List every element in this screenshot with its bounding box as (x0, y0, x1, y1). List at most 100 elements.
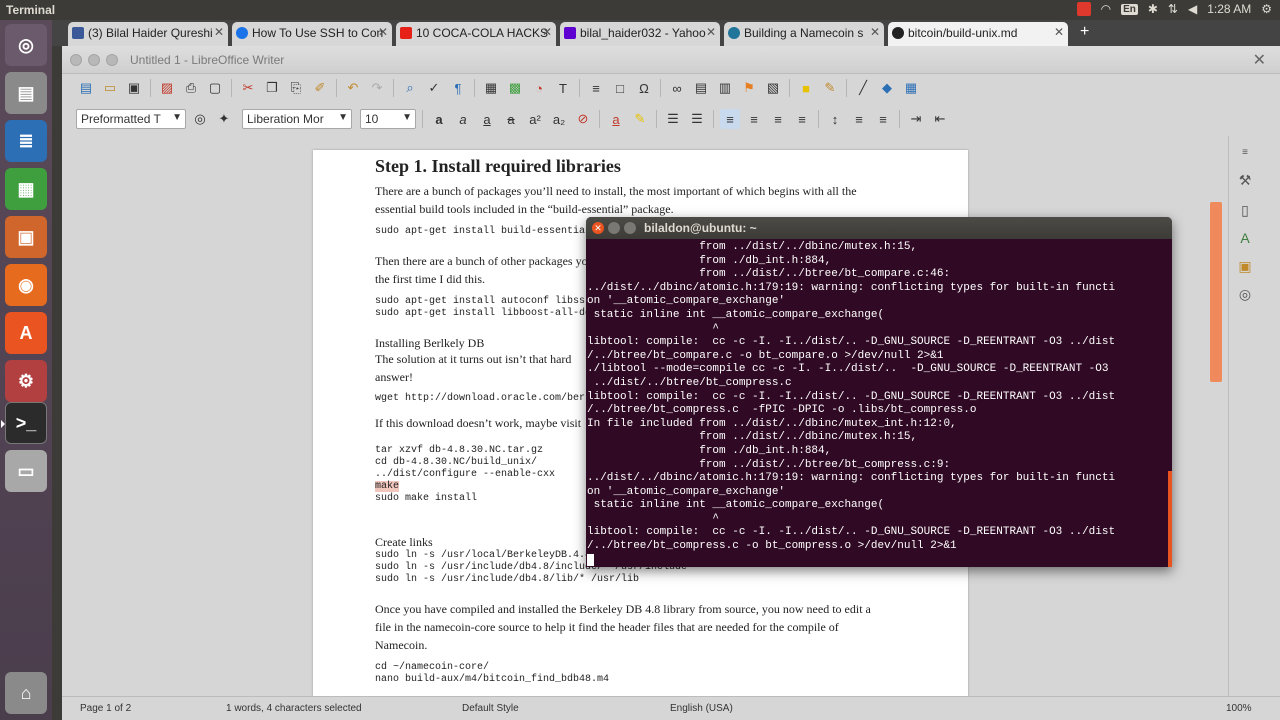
spelling-icon[interactable]: ✓ (424, 78, 444, 98)
font-color-icon[interactable]: a (606, 109, 626, 129)
navigator-icon[interactable]: ◎ (1235, 284, 1255, 304)
update-indicator-icon[interactable] (1076, 2, 1091, 16)
maximize-icon[interactable] (624, 222, 636, 234)
clear-formatting-icon[interactable]: ⊘ (573, 109, 593, 129)
save-icon[interactable]: ▣ (124, 78, 144, 98)
terminal-icon[interactable]: >_ (1, 402, 47, 444)
language-status[interactable]: English (USA) (670, 703, 733, 714)
strikethrough-icon[interactable]: a (501, 109, 521, 129)
files-icon[interactable]: ▤ (5, 72, 47, 114)
align-right-icon[interactable]: ≡ (768, 109, 788, 129)
copy-icon[interactable]: ❐ (262, 78, 282, 98)
close-icon[interactable]: ✕ (214, 25, 224, 39)
impress-icon[interactable]: ▣ (5, 216, 47, 258)
insert-chart-icon[interactable]: ◔ (529, 78, 549, 98)
new-tab-button[interactable]: + (1080, 23, 1089, 41)
page-icon[interactable]: ▯ (1235, 200, 1255, 220)
endnote-icon[interactable]: ▥ (715, 78, 735, 98)
writer-icon[interactable]: ≣ (5, 120, 47, 162)
find-replace-icon[interactable]: ⌕ (400, 78, 420, 98)
window-maximize-button[interactable] (106, 54, 118, 66)
network-icon[interactable]: ⇅ (1168, 2, 1178, 16)
align-left-icon[interactable]: ≡ (720, 109, 740, 129)
cut-icon[interactable]: ✂ (238, 78, 258, 98)
new-document-icon[interactable]: ▤ (76, 78, 96, 98)
open-icon[interactable]: ▭ (100, 78, 120, 98)
comment-icon[interactable]: ■ (796, 78, 816, 98)
clone-formatting-icon[interactable]: ✐ (310, 78, 330, 98)
decrease-indent-icon[interactable]: ⇤ (930, 109, 950, 129)
special-character-icon[interactable]: Ω (634, 78, 654, 98)
volume-icon[interactable]: ◀ (1188, 2, 1197, 16)
close-icon[interactable]: ✕ (870, 25, 880, 39)
page-break-icon[interactable]: ≡ (586, 78, 606, 98)
close-icon[interactable]: ✕ (592, 222, 604, 234)
sidebar-menu-icon[interactable]: ≡ (1235, 142, 1255, 162)
highlight-icon[interactable]: ✎ (630, 109, 650, 129)
bold-icon[interactable]: a (429, 109, 449, 129)
print-preview-icon[interactable]: ▢ (205, 78, 225, 98)
export-pdf-icon[interactable]: ▨ (157, 78, 177, 98)
minimize-icon[interactable] (608, 222, 620, 234)
terminal-output[interactable]: from ../dist/../dbinc/mutex.h:15, from .… (586, 239, 1172, 567)
footnote-icon[interactable]: ▤ (691, 78, 711, 98)
line-spacing-icon[interactable]: ↕ (825, 109, 845, 129)
drive-icon[interactable]: ▭ (5, 450, 47, 492)
paragraph-style-combo[interactable]: Preformatted T ▼ (76, 109, 186, 129)
track-changes-icon[interactable]: ✎ (820, 78, 840, 98)
calc-icon[interactable]: ▦ (5, 168, 47, 210)
browser-tab[interactable]: 10 COCA-COLA HACKS ✕ (396, 22, 556, 46)
browser-tab-active[interactable]: bitcoin/build-unix.md ✕ (888, 22, 1068, 46)
hyperlink-icon[interactable]: ∞ (667, 78, 687, 98)
redo-icon[interactable]: ↷ (367, 78, 387, 98)
align-center-icon[interactable]: ≡ (744, 109, 764, 129)
browser-tab[interactable]: (3) Bilal Haider Qureshi ✕ (68, 22, 228, 46)
bluetooth-icon[interactable]: ✱ (1148, 2, 1158, 16)
software-center-icon[interactable]: A (5, 312, 47, 354)
wifi-icon[interactable]: ◠ (1101, 2, 1111, 16)
page-count[interactable]: Page 1 of 2 (80, 703, 131, 714)
numbering-icon[interactable]: ☰ (687, 109, 707, 129)
keyboard-layout-indicator[interactable]: En (1121, 3, 1138, 15)
trash-icon[interactable]: ⌂ (5, 672, 47, 714)
browser-tab[interactable]: Building a Namecoin s ✕ (724, 22, 884, 46)
insert-textbox-icon[interactable]: T (553, 78, 573, 98)
paste-icon[interactable]: ⎘ (286, 78, 306, 98)
zoom-level[interactable]: 100% (1226, 703, 1252, 714)
word-count[interactable]: 1 words, 4 characters selected (226, 703, 362, 714)
cross-reference-icon[interactable]: ▧ (763, 78, 783, 98)
close-document-icon[interactable]: ✕ (1253, 50, 1266, 70)
line-icon[interactable]: ╱ (853, 78, 873, 98)
firefox-icon[interactable]: ◉ (5, 264, 47, 306)
vertical-scrollbar[interactable] (1210, 202, 1222, 382)
increase-indent-icon[interactable]: ⇥ (906, 109, 926, 129)
superscript-icon[interactable]: a² (525, 109, 545, 129)
basic-shapes-icon[interactable]: ◆ (877, 78, 897, 98)
properties-icon[interactable]: ⚒ (1235, 170, 1255, 190)
draw-functions-icon[interactable]: ▦ (901, 78, 921, 98)
subscript-icon[interactable]: a₂ (549, 109, 569, 129)
bookmark-icon[interactable]: ⚑ (739, 78, 759, 98)
formatting-marks-icon[interactable]: ¶ (448, 78, 468, 98)
clock[interactable]: 1:28 AM (1207, 2, 1251, 16)
insert-image-icon[interactable]: ▩ (505, 78, 525, 98)
font-name-combo[interactable]: Liberation Mor ▼ (242, 109, 352, 129)
increase-paragraph-spacing-icon[interactable]: ≡ (849, 109, 869, 129)
insert-table-icon[interactable]: ▦ (481, 78, 501, 98)
insert-field-icon[interactable]: □ (610, 78, 630, 98)
close-icon[interactable]: ✕ (706, 25, 716, 39)
font-size-combo[interactable]: 10 ▼ (360, 109, 416, 129)
power-gear-icon[interactable]: ⚙ (1261, 2, 1272, 16)
gallery-icon[interactable]: ▣ (1235, 256, 1255, 276)
close-icon[interactable]: ✕ (542, 25, 552, 39)
print-icon[interactable]: ⎙ (181, 78, 201, 98)
page-style[interactable]: Default Style (462, 703, 519, 714)
styles-icon[interactable]: A (1235, 228, 1255, 248)
justify-icon[interactable]: ≡ (792, 109, 812, 129)
browser-tab[interactable]: bilal_haider032 - Yahoo ✕ (560, 22, 720, 46)
close-icon[interactable]: ✕ (378, 25, 388, 39)
new-style-icon[interactable]: ✦ (214, 109, 234, 129)
undo-icon[interactable]: ↶ (343, 78, 363, 98)
window-minimize-button[interactable] (88, 54, 100, 66)
bullets-icon[interactable]: ☰ (663, 109, 683, 129)
